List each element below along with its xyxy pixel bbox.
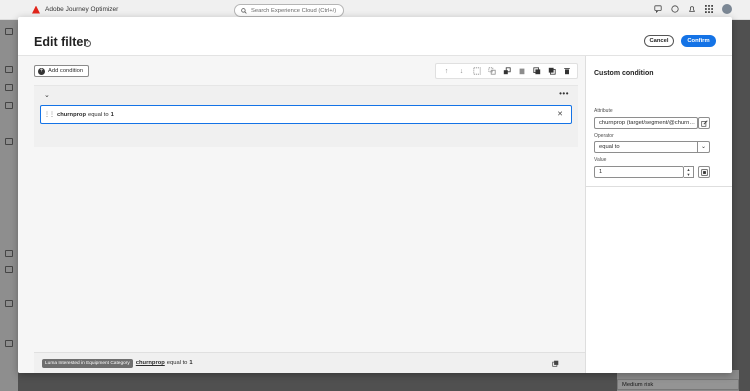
value-label: Value	[594, 157, 607, 163]
edit-filter-dialog: Edit filter ? Cancel Confirm + Add condi…	[18, 17, 732, 373]
copy-summary-icon[interactable]	[552, 360, 559, 367]
ungroup-icon[interactable]	[487, 67, 496, 76]
move-up-icon[interactable]: ↑	[442, 67, 451, 76]
avatar[interactable]	[722, 4, 732, 14]
condition-group: ⌄ ••• ⋮⋮ churnprop equal to 1 ✕	[34, 85, 578, 147]
filter-builder: + Add condition ↑ ↓ ⌄ ••• ⋮⋮ churnprop e…	[18, 56, 585, 373]
value-options-button[interactable]	[698, 166, 710, 178]
add-condition-label: Add condition	[48, 68, 84, 74]
search-input[interactable]: Search Experience Cloud (Ctrl+/)	[234, 4, 344, 17]
add-condition-button[interactable]: + Add condition	[34, 65, 89, 77]
help-icon[interactable]: ?	[84, 40, 91, 47]
attribute-label: Attribute	[594, 108, 613, 114]
audience-tag: Luma Interested in Equipment Category	[42, 358, 133, 368]
group-icon[interactable]	[472, 67, 481, 76]
adobe-logo-icon	[32, 5, 40, 14]
operator-select[interactable]: equal to ⌄	[594, 141, 710, 153]
condition-panel: Custom condition Attribute churnprop (ta…	[585, 56, 732, 373]
chevron-down-icon[interactable]: ⌄	[44, 91, 50, 99]
cancel-button[interactable]: Cancel	[644, 35, 674, 47]
remove-condition-icon[interactable]: ✕	[557, 110, 563, 118]
search-placeholder: Search Experience Cloud (Ctrl+/)	[251, 7, 337, 14]
dialog-header: Edit filter ? Cancel Confirm	[18, 17, 732, 55]
panel-title: Custom condition	[594, 70, 654, 77]
value-stepper[interactable]: ▲ ▼	[684, 166, 694, 178]
delete-icon[interactable]	[562, 67, 571, 76]
summary-value: 1	[189, 360, 193, 366]
help-icon[interactable]	[671, 5, 679, 13]
summary-operator: equal to	[166, 360, 188, 366]
search-icon	[241, 7, 247, 14]
edit-attribute-button[interactable]	[698, 117, 710, 129]
paste-icon[interactable]	[547, 67, 556, 76]
exclude-icon[interactable]	[502, 67, 511, 76]
brand[interactable]: Adobe Journey Optimizer	[32, 5, 119, 14]
dialog-title: Edit filter	[34, 35, 89, 49]
value-input[interactable]: 1	[594, 166, 684, 178]
app-name: Adobe Journey Optimizer	[45, 6, 119, 13]
notifications-icon[interactable]	[688, 5, 696, 13]
condition-value: 1	[110, 111, 114, 118]
filter-summary: Luma Interested in Equipment Category ch…	[34, 352, 585, 373]
attribute-field[interactable]: churnprop (target/segment/@churn…	[594, 117, 698, 129]
condition-attribute: churnprop	[57, 111, 86, 118]
add-icon: +	[38, 67, 45, 75]
condition-row[interactable]: ⋮⋮ churnprop equal to 1 ✕	[40, 105, 572, 124]
apps-grid-icon[interactable]	[705, 5, 713, 13]
confirm-button[interactable]: Confirm	[681, 35, 716, 47]
condition-operator: equal to	[87, 111, 109, 118]
decrement-icon[interactable]: ▼	[684, 172, 693, 177]
duplicate-icon[interactable]	[532, 67, 541, 76]
more-options-icon[interactable]: •••	[559, 89, 569, 98]
edit-icon	[700, 119, 708, 127]
summary-attribute[interactable]: churnprop	[136, 360, 165, 366]
operator-label: Operator	[594, 133, 614, 139]
drag-handle-icon[interactable]: ⋮⋮	[44, 111, 55, 118]
variable-icon	[700, 168, 708, 176]
copy-icon[interactable]	[517, 67, 526, 76]
chevron-down-icon: ⌄	[697, 142, 709, 152]
feedback-icon[interactable]	[654, 5, 662, 14]
operator-select-value: equal to	[599, 144, 620, 150]
condition-toolbar: ↑ ↓	[435, 63, 578, 79]
panel-divider	[586, 186, 732, 187]
move-down-icon[interactable]: ↓	[457, 67, 466, 76]
